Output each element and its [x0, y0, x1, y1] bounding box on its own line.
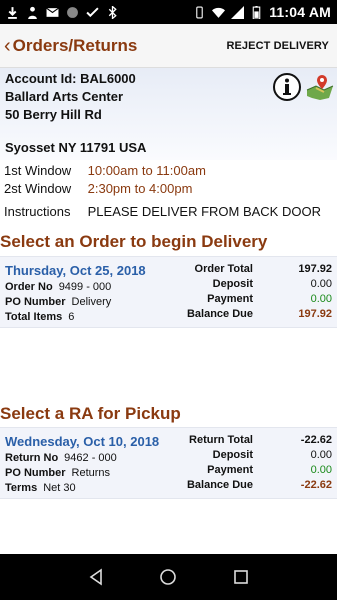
vibrate-icon [196, 6, 203, 18]
po-number-label: PO Number [5, 296, 66, 308]
return-no-label: Return No [5, 452, 59, 464]
return-no-row: Return No 9462 - 000 [5, 452, 117, 464]
payment-label: Payment [207, 293, 253, 305]
window-label: 1st Window [4, 163, 72, 178]
payment-value: 0.00 [310, 293, 332, 305]
info-icon[interactable] [272, 72, 302, 102]
back-chevron-icon[interactable]: ‹ [0, 36, 13, 56]
orders-section-title: Select an Order to begin Delivery [0, 232, 268, 251]
deposit-value: 0.00 [310, 449, 332, 461]
order-date: Thursday, Oct 25, 2018 [5, 263, 146, 278]
ra-date: Wednesday, Oct 10, 2018 [5, 434, 160, 449]
po-number-value: Returns [71, 467, 111, 479]
ra-section-title: Select a RA for Pickup [0, 404, 181, 423]
check-icon [86, 6, 99, 17]
total-items-label: Total Items [5, 311, 63, 323]
po-number-row: PO Number Delivery [5, 296, 111, 308]
window-row-1: 1st Window 10:00am to 11:00am [4, 163, 206, 178]
return-no-value: 9462 - 000 [64, 452, 117, 464]
window-value: 2:30pm to 4:00pm [87, 181, 193, 196]
return-total-label: Return Total [189, 434, 253, 446]
balance-due-value: -22.62 [300, 479, 332, 491]
navigation-bar [0, 554, 337, 600]
window-value: 10:00am to 11:00am [87, 163, 206, 178]
terms-label: Terms [5, 482, 38, 494]
po-number-value: Delivery [71, 296, 112, 308]
ra-card[interactable]: Wednesday, Oct 10, 2018 Return No 9462 - … [0, 427, 337, 499]
total-items-value: 6 [68, 311, 75, 323]
download-icon [8, 6, 17, 19]
map-icon[interactable] [305, 72, 335, 102]
order-total-label: Order Total [194, 263, 253, 275]
total-items-row: Total Items 6 [5, 311, 74, 323]
person-icon [28, 6, 37, 19]
instructions-row: Instructions PLEASE DELIVER FROM BACK DO… [4, 204, 321, 219]
wifi-icon [212, 7, 226, 18]
account-city-line: Syosset NY 11791 USA [5, 140, 147, 155]
payment-label: Payment [207, 464, 253, 476]
balance-due-label: Balance Due [186, 479, 253, 491]
deposit-value: 0.00 [310, 278, 332, 290]
terms-row: Terms Net 30 [5, 482, 76, 494]
instructions-value: PLEASE DELIVER FROM BACK DOOR [87, 204, 321, 219]
circle-icon [67, 6, 78, 18]
order-card[interactable]: Thursday, Oct 25, 2018 Order No 9499 - 00… [0, 256, 337, 328]
account-id-label: Account Id: [5, 71, 77, 86]
page-title[interactable]: Orders/Returns [13, 36, 138, 56]
order-no-value: 9499 - 000 [58, 281, 112, 293]
order-total-value: 197.92 [298, 263, 332, 275]
window-row-2: 2st Window 2:30pm to 4:00pm [4, 181, 192, 196]
order-no-row: Order No 9499 - 000 [5, 281, 111, 293]
account-id-value: BAL6000 [80, 71, 136, 86]
status-bar: 11:04 AM [0, 0, 337, 24]
recents-icon[interactable] [232, 568, 250, 586]
balance-due-label: Balance Due [186, 308, 253, 320]
battery-icon [252, 5, 261, 19]
app-header: ‹ Orders/Returns REJECT DELIVERY [0, 24, 337, 68]
deposit-label: Deposit [212, 449, 253, 461]
home-icon[interactable] [159, 568, 177, 586]
mail-icon [46, 7, 59, 17]
account-panel: Account Id: BAL6000 Ballard Arts Center … [0, 68, 337, 160]
po-number-label: PO Number [5, 467, 66, 479]
status-time: 11:04 AM [269, 4, 331, 20]
instructions-label: Instructions [4, 204, 71, 219]
signal-icon [231, 5, 245, 19]
bluetooth-icon [108, 5, 117, 19]
payment-value: 0.00 [310, 464, 332, 476]
order-no-label: Order No [5, 281, 53, 293]
back-icon[interactable] [87, 568, 105, 586]
po-number-row: PO Number Returns [5, 467, 110, 479]
deposit-label: Deposit [212, 278, 253, 290]
balance-due-value: 197.92 [298, 308, 332, 320]
reject-delivery-button[interactable]: REJECT DELIVERY [226, 40, 337, 52]
terms-value: Net 30 [43, 482, 76, 494]
window-label: 2st Window [4, 181, 72, 196]
return-total-value: -22.62 [300, 434, 332, 446]
account-address: 50 Berry Hill Rd [5, 107, 102, 122]
